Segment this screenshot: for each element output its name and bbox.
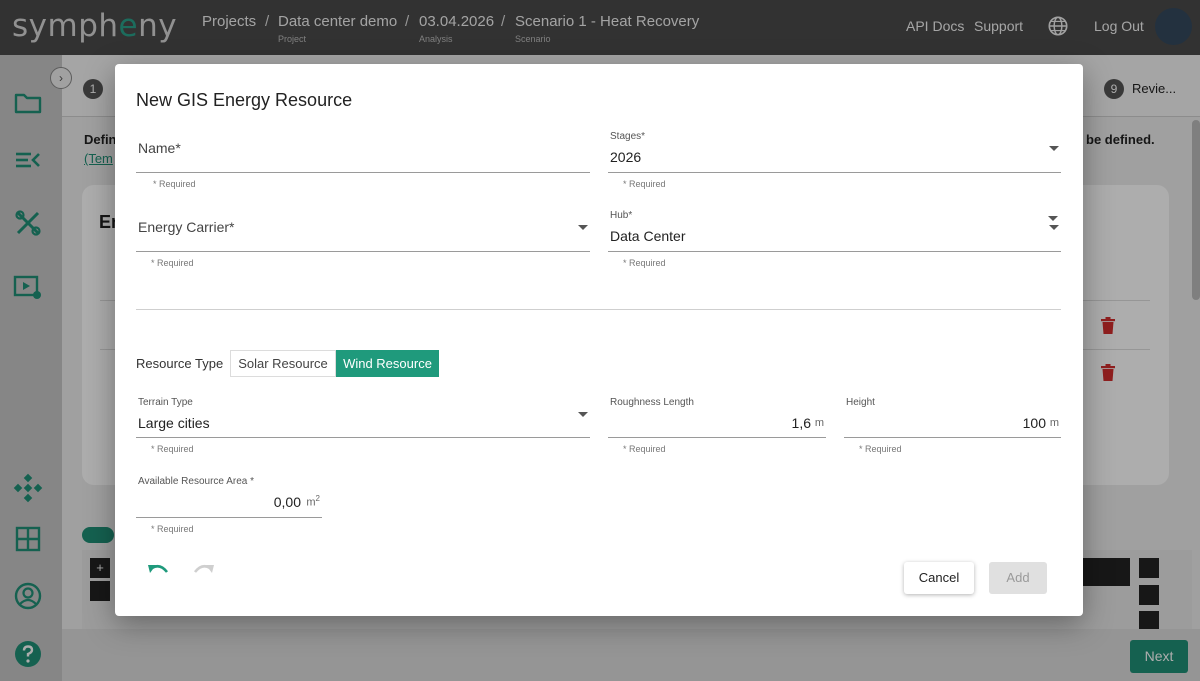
hub-select[interactable]: Hub* Data Center * Required: [608, 210, 1061, 273]
dialog-title: New GIS Energy Resource: [136, 90, 353, 110]
stages-hint: * Required: [623, 179, 666, 189]
available-area-label: Available Resource Area *: [138, 476, 254, 487]
roughness-length-field[interactable]: Roughness Length 1,6 m * Required: [608, 397, 826, 457]
wind-resource-toggle[interactable]: Wind Resource: [336, 350, 439, 377]
new-gis-energy-resource-dialog: New GIS Energy Resource Name* * Required…: [115, 64, 1083, 616]
stages-value: 2026: [610, 149, 642, 165]
hub-value: Data Center: [610, 228, 686, 244]
cancel-button[interactable]: Cancel: [904, 562, 974, 594]
undo-icon[interactable]: [147, 562, 171, 580]
chevron-down-icon[interactable]: [1049, 225, 1059, 230]
name-label: Name*: [138, 140, 181, 156]
hub-label: Hub*: [610, 210, 633, 221]
roughness-length-unit: m: [814, 417, 824, 429]
available-area-input[interactable]: 0,00: [274, 494, 301, 510]
height-field[interactable]: Height 100 m * Required: [844, 397, 1061, 457]
available-area-unit: m2: [306, 494, 320, 509]
height-input[interactable]: 100: [1023, 415, 1046, 431]
redo-icon[interactable]: [191, 562, 215, 580]
roughness-length-hint: * Required: [623, 444, 666, 454]
height-unit: m: [1049, 417, 1059, 429]
terrain-type-value: Large cities: [138, 415, 210, 431]
solar-resource-toggle[interactable]: Solar Resource: [230, 350, 336, 377]
chevron-down-icon[interactable]: [1049, 146, 1059, 151]
terrain-type-hint: * Required: [151, 444, 194, 454]
roughness-length-input[interactable]: 1,6: [792, 415, 811, 431]
stages-select[interactable]: Stages* 2026 * Required: [608, 131, 1061, 221]
terrain-type-label: Terrain Type: [138, 397, 193, 408]
add-button[interactable]: Add: [989, 562, 1047, 594]
hub-hint: * Required: [623, 258, 666, 268]
height-hint: * Required: [859, 444, 902, 454]
terrain-type-select[interactable]: Terrain Type Large cities * Required: [136, 397, 590, 457]
available-area-hint: * Required: [151, 524, 194, 534]
chevron-down-icon[interactable]: [578, 225, 588, 230]
name-field[interactable]: Name* * Required: [136, 134, 590, 194]
chevron-down-icon[interactable]: [578, 412, 588, 417]
stages-label: Stages*: [610, 131, 646, 142]
height-label: Height: [846, 397, 875, 408]
energy-carrier-label: Energy Carrier*: [138, 219, 235, 235]
available-resource-area-field[interactable]: Available Resource Area * 0,00 m2 * Requ…: [136, 476, 322, 536]
section-divider: [136, 309, 1061, 310]
roughness-length-label: Roughness Length: [610, 397, 694, 408]
energy-carrier-select[interactable]: Energy Carrier* * Required: [136, 213, 590, 273]
energy-carrier-hint: * Required: [151, 258, 194, 268]
name-hint: * Required: [153, 179, 196, 189]
resource-type-label: Resource Type: [136, 356, 224, 371]
